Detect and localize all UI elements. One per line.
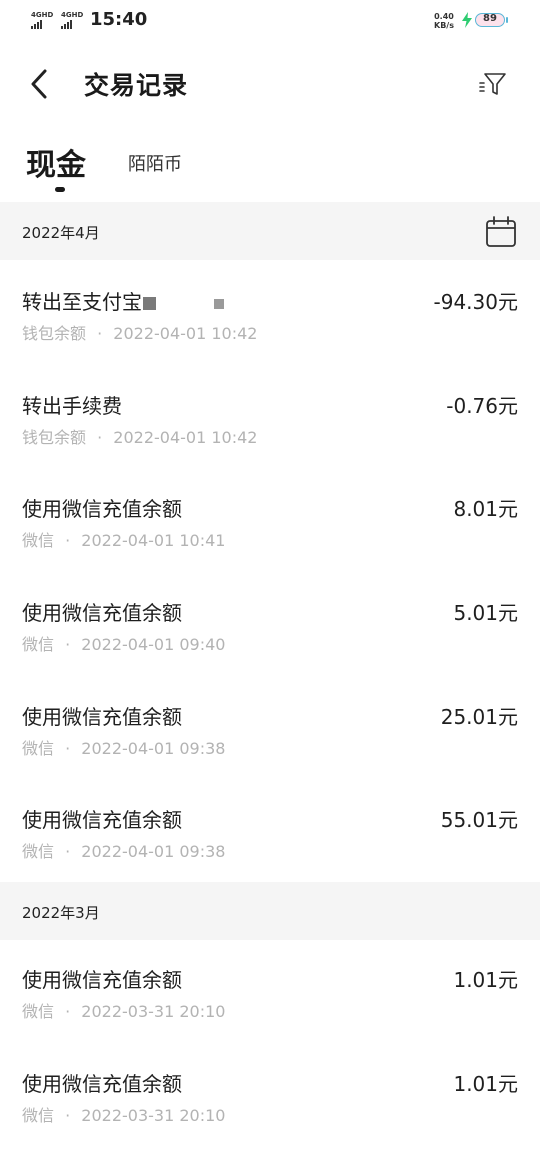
- separator-dot: ·: [97, 324, 103, 343]
- bolt-icon: [462, 12, 472, 28]
- transaction-source: 微信: [22, 1106, 55, 1125]
- month-label: 2022年4月: [22, 224, 100, 242]
- transaction-amount: -94.30元: [433, 290, 518, 314]
- filter-icon: [479, 73, 506, 95]
- network-speed-unit: KB/s: [434, 21, 454, 30]
- transaction-amount: 1.01元: [453, 968, 518, 992]
- tab-cash[interactable]: 现金: [26, 140, 86, 184]
- transaction-datetime: 2022-03-31 20:10: [81, 1002, 226, 1021]
- month-header-april: 2022年4月: [0, 202, 540, 260]
- transaction-title: 使用微信充值余额: [22, 601, 182, 625]
- separator-dot: ·: [65, 531, 71, 550]
- transaction-title: 使用微信充值余额: [22, 968, 182, 992]
- signal-bars-icon: [61, 20, 83, 29]
- transaction-amount: 55.01元: [440, 808, 518, 832]
- transaction-meta: 钱包余额 · 2022-04-01 10:42: [22, 424, 257, 448]
- network-speed: 0.40 KB/s: [434, 12, 454, 30]
- tab-active-indicator: [55, 187, 65, 192]
- filter-button[interactable]: [478, 68, 508, 100]
- separator-dot: ·: [65, 1106, 71, 1125]
- transaction-source: 微信: [22, 739, 55, 758]
- signal-bars-icon: [31, 20, 53, 29]
- separator-dot: ·: [65, 635, 71, 654]
- transaction-datetime: 2022-04-01 10:41: [81, 531, 226, 550]
- back-button[interactable]: [26, 66, 54, 102]
- month-header-march: 2022年3月: [0, 882, 540, 940]
- clock: 15:40: [90, 9, 148, 30]
- calendar-button[interactable]: [484, 215, 518, 249]
- separator-dot: ·: [65, 1002, 71, 1021]
- separator-dot: ·: [97, 428, 103, 447]
- battery-level: 89: [483, 13, 497, 24]
- transaction-amount: 1.01元: [453, 1072, 518, 1096]
- transaction-meta: 钱包余额 · 2022-04-01 10:42: [22, 320, 257, 344]
- separator-dot: ·: [65, 842, 71, 861]
- transaction-source: 微信: [22, 531, 55, 550]
- transaction-amount: 5.01元: [453, 601, 518, 625]
- transaction-amount: 8.01元: [453, 497, 518, 521]
- redacted-mask: [214, 298, 224, 309]
- transaction-title: 使用微信充值余额: [22, 497, 182, 521]
- transaction-meta: 微信 · 2022-04-01 10:41: [22, 527, 225, 551]
- transaction-datetime: 2022-04-01 10:42: [113, 324, 258, 343]
- transaction-datetime: 2022-04-01 09:38: [81, 739, 226, 758]
- transaction-amount: 25.01元: [440, 705, 518, 729]
- battery-icon: 89: [475, 13, 508, 27]
- transaction-row[interactable]: 使用微信充值余额 微信 · 2022-04-01 09:38 55.01元: [0, 778, 540, 882]
- network-type-sim2: 4GHD: [61, 11, 84, 19]
- chevron-left-icon: [31, 69, 47, 99]
- transaction-meta: 微信 · 2022-04-01 09:38: [22, 838, 225, 862]
- page-title: 交易记录: [84, 71, 189, 100]
- status-bar: 4GHD 4GHD 15:40 0.40 KB/s 89: [0, 0, 540, 42]
- transaction-row[interactable]: 使用微信充值余额 微信 · 2022-03-31 20:10 1.01元: [0, 1042, 540, 1146]
- transaction-datetime: 2022-04-01 09:38: [81, 842, 226, 861]
- transaction-row[interactable]: 转出手续费 钱包余额 · 2022-04-01 10:42 -0.76元: [0, 364, 540, 468]
- transaction-title-text: 转出至支付宝: [22, 290, 142, 314]
- network-type-sim1: 4GHD: [31, 11, 54, 19]
- transaction-meta: 微信 · 2022-04-01 09:40: [22, 631, 225, 655]
- transaction-source: 钱包余额: [22, 324, 87, 343]
- transaction-amount: -0.76元: [446, 394, 518, 418]
- signal-sim2: 4GHD: [61, 12, 83, 29]
- separator-dot: ·: [65, 739, 71, 758]
- transaction-source: 微信: [22, 1002, 55, 1021]
- tab-momo-coin[interactable]: 陌陌币: [128, 150, 182, 176]
- transaction-datetime: 2022-04-01 10:42: [113, 428, 258, 447]
- signal-sim1: 4GHD: [31, 12, 53, 29]
- month-label: 2022年3月: [22, 904, 100, 922]
- transaction-title: 使用微信充值余额: [22, 1072, 182, 1096]
- calendar-icon: [486, 216, 516, 247]
- transaction-title: 使用微信充值余额: [22, 705, 182, 729]
- transaction-title: 使用微信充值余额: [22, 808, 182, 832]
- transaction-meta: 微信 · 2022-04-01 09:38: [22, 735, 225, 759]
- transaction-datetime: 2022-04-01 09:40: [81, 635, 226, 654]
- transaction-row[interactable]: 使用微信充值余额 微信 · 2022-03-31 20:10 1.01元: [0, 938, 540, 1042]
- network-speed-value: 0.40: [434, 12, 454, 21]
- transaction-meta: 微信 · 2022-03-31 20:10: [22, 998, 225, 1022]
- transaction-row[interactable]: 使用微信充值余额 微信 · 2022-04-01 09:40 5.01元: [0, 571, 540, 675]
- transaction-row[interactable]: 使用微信充值余额 微信 · 2022-04-01 10:41 8.01元: [0, 467, 540, 571]
- transaction-row[interactable]: 转出至支付宝 钱包余额 · 2022-04-01 10:42 -94.30元: [0, 260, 540, 364]
- transaction-title: 转出手续费: [22, 394, 122, 418]
- transaction-row[interactable]: 使用微信充值余额 微信 · 2022-04-01 09:38 25.01元: [0, 675, 540, 779]
- redacted-mask: [143, 297, 156, 310]
- transaction-datetime: 2022-03-31 20:10: [81, 1106, 226, 1125]
- transaction-source: 钱包余额: [22, 428, 87, 447]
- transaction-meta: 微信 · 2022-03-31 20:10: [22, 1102, 225, 1126]
- transaction-source: 微信: [22, 842, 55, 861]
- transaction-title: 转出至支付宝: [22, 286, 224, 315]
- transaction-source: 微信: [22, 635, 55, 654]
